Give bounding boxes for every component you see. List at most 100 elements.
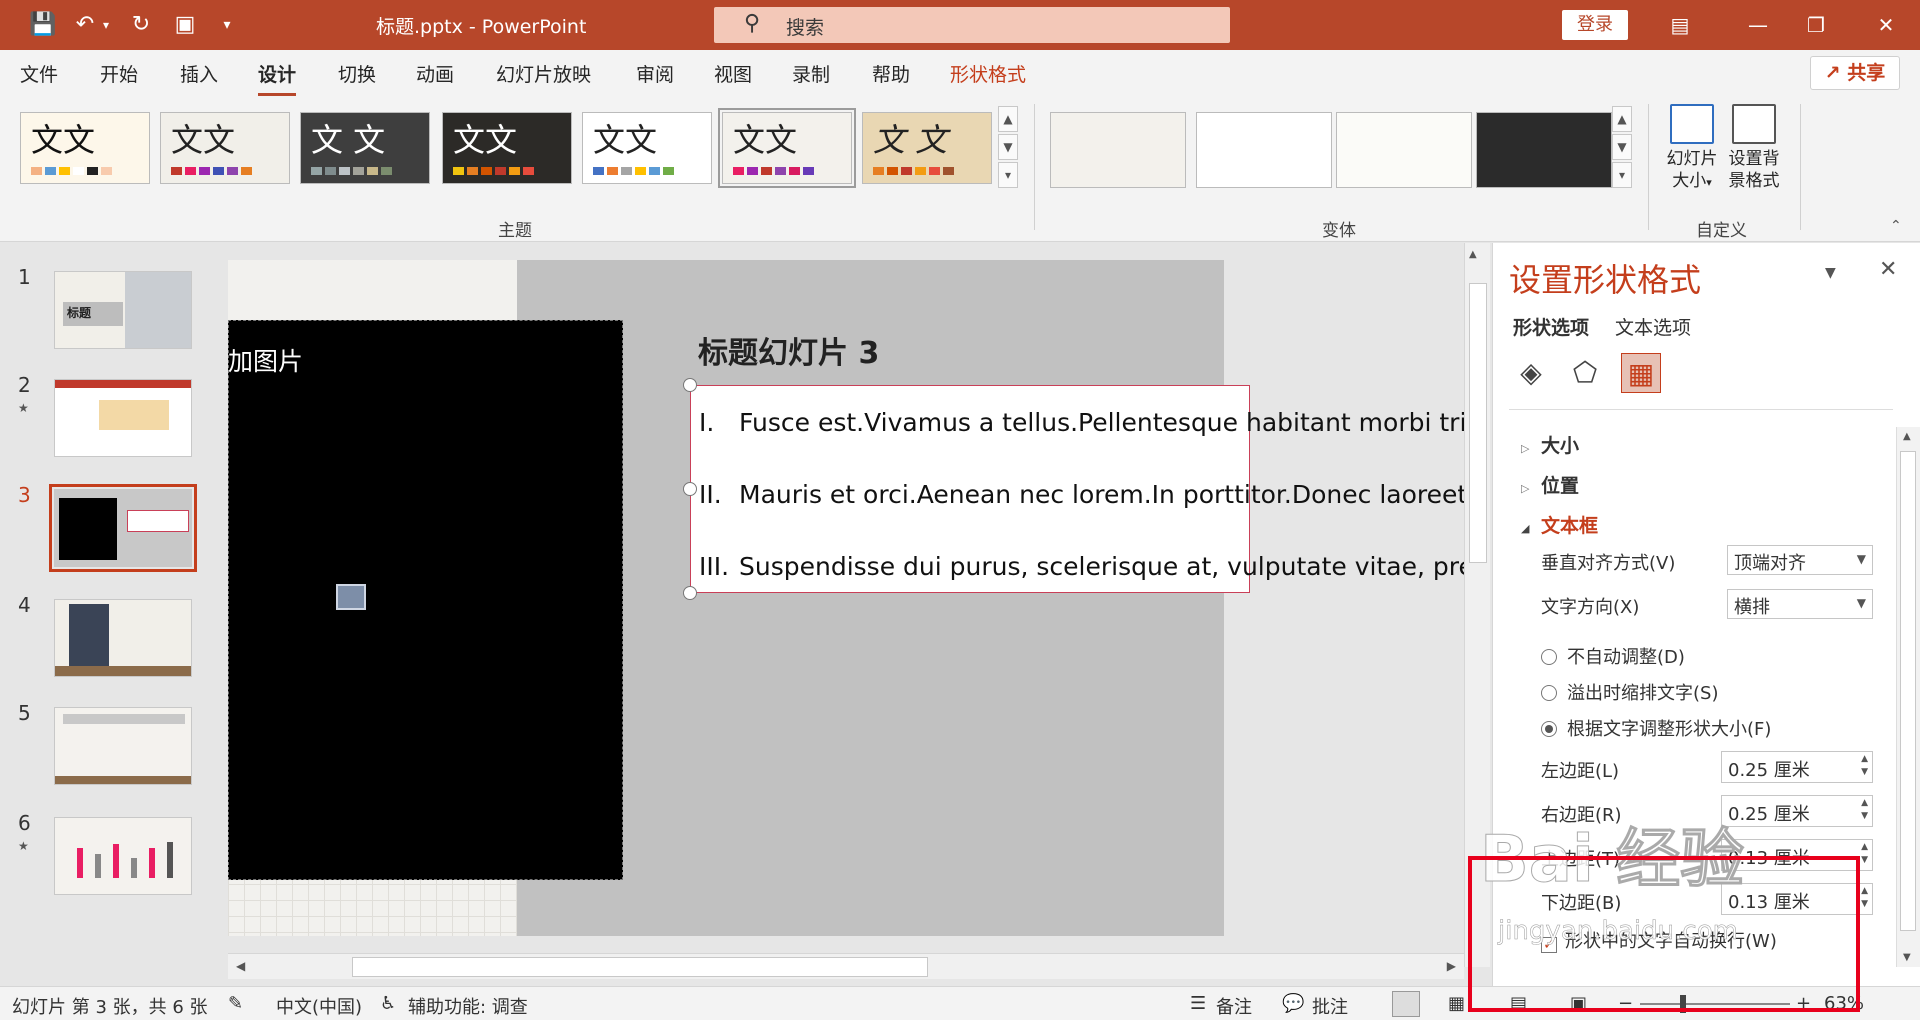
resize-handle[interactable]: [683, 378, 697, 392]
picture-placeholder[interactable]: [228, 320, 623, 880]
ribbon-tabs: 文件 开始 插入 设计 切换 动画 幻灯片放映 审阅 视图 录制 帮助 形状格式…: [0, 50, 1920, 96]
tab-help[interactable]: 帮助: [872, 60, 910, 87]
scroll-thumb[interactable]: [1900, 451, 1916, 931]
themes-scroll-down[interactable]: ▼: [998, 134, 1018, 160]
theme-thumb-6-selected[interactable]: 文文: [718, 108, 856, 188]
variants-scroll-down[interactable]: ▼: [1612, 134, 1632, 160]
variant-thumb-4[interactable]: [1476, 112, 1612, 188]
language-indicator[interactable]: 中文(中国): [276, 993, 362, 1019]
theme-thumb-3[interactable]: 文 文: [300, 112, 430, 184]
spinner-icon[interactable]: ▲ ▼: [1861, 885, 1868, 911]
search-input[interactable]: ⚲ 搜索: [714, 7, 1230, 43]
themes-more[interactable]: ▾: [998, 162, 1018, 188]
left-margin-input[interactable]: 0.25 厘米 ▲ ▼: [1721, 751, 1873, 783]
insert-picture-icon[interactable]: [336, 584, 366, 610]
radio-shrink-on-overflow[interactable]: 溢出时缩排文字(S): [1541, 679, 1718, 705]
collapse-ribbon-icon[interactable]: ⌃: [1890, 218, 1902, 234]
slide-thumb-4[interactable]: [54, 599, 192, 677]
notes-button[interactable]: 备注: [1216, 993, 1252, 1019]
spellcheck-icon[interactable]: ✎: [228, 993, 243, 1014]
tab-shape-options[interactable]: 形状选项: [1513, 313, 1589, 340]
radio-resize-shape[interactable]: 根据文字调整形状大小(F): [1541, 715, 1771, 741]
present-icon[interactable]: ▣: [170, 10, 200, 40]
theme-thumb-2[interactable]: 文文: [160, 112, 290, 184]
tab-text-options[interactable]: 文本选项: [1615, 313, 1691, 340]
slide-thumb-6[interactable]: [54, 817, 192, 895]
variant-thumb-2[interactable]: [1196, 112, 1332, 188]
redo-icon[interactable]: ↻: [126, 10, 156, 40]
content-textbox[interactable]: I. Fusce est.Vivamus a tellus.Pellentesqu…: [690, 385, 1464, 593]
spinner-icon[interactable]: ▲ ▼: [1861, 841, 1868, 867]
spinner-icon[interactable]: ▲ ▼: [1861, 753, 1868, 779]
radio-no-autofit[interactable]: 不自动调整(D): [1541, 643, 1685, 669]
tab-insert[interactable]: 插入: [180, 60, 218, 87]
slide-thumb-1[interactable]: 标题: [54, 271, 192, 349]
slide-size-button[interactable]: 幻灯片 大小▾: [1664, 104, 1720, 194]
undo-dropdown-icon[interactable]: ▾: [98, 10, 114, 40]
tab-animations[interactable]: 动画: [416, 60, 454, 87]
pane-options-icon[interactable]: ▼: [1825, 265, 1836, 281]
ribbon-display-icon[interactable]: ▤: [1660, 8, 1700, 42]
resize-handle[interactable]: [683, 586, 697, 600]
minimize-icon[interactable]: —: [1738, 8, 1778, 42]
theme-thumb-1[interactable]: 文文: [20, 112, 150, 184]
text-direction-select[interactable]: 横排 ▼: [1727, 589, 1873, 619]
valign-select[interactable]: 顶端对齐 ▼: [1727, 545, 1873, 575]
slide-title[interactable]: 标题幻灯片 3: [698, 328, 879, 372]
scroll-thumb[interactable]: [352, 957, 928, 977]
tab-record[interactable]: 录制: [792, 60, 830, 87]
scroll-left-icon[interactable]: ◀: [236, 959, 245, 973]
tab-review[interactable]: 审阅: [636, 60, 674, 87]
section-size[interactable]: ▷ 大小: [1521, 431, 1579, 458]
comments-button[interactable]: 批注: [1312, 993, 1348, 1019]
share-button[interactable]: ↗ 共享: [1810, 56, 1900, 90]
themes-scroll-up[interactable]: ▲: [998, 106, 1018, 132]
variant-thumb-1[interactable]: [1050, 112, 1186, 188]
theme-thumb-5[interactable]: 文文: [582, 112, 712, 184]
slide-thumb-2[interactable]: [54, 379, 192, 457]
accessibility-status[interactable]: 辅助功能: 调查: [408, 993, 528, 1019]
variants-more[interactable]: ▾: [1612, 162, 1632, 188]
slide-3[interactable]: 加图片 标题幻灯片 3 I. Fusce est.Vivamus a tellus…: [228, 260, 1464, 936]
tab-design[interactable]: 设计: [258, 60, 297, 96]
canvas-horizontal-scrollbar[interactable]: ◀ ▶: [228, 953, 1464, 979]
pane-close-icon[interactable]: ✕: [1879, 257, 1897, 282]
theme-text: 文文: [31, 121, 96, 159]
tab-shape-format[interactable]: 形状格式: [950, 60, 1026, 87]
title-bar: 💾 ↶ ▾ ↻ ▣ ▾ 标题.pptx - PowerPoint ⚲ 搜索 登录…: [0, 0, 1920, 50]
spinner-icon[interactable]: ▲ ▼: [1861, 797, 1868, 823]
close-icon[interactable]: ✕: [1866, 8, 1906, 42]
scroll-thumb[interactable]: [1469, 283, 1487, 563]
scroll-up-icon[interactable]: ▲: [1469, 249, 1477, 260]
theme-thumb-7[interactable]: 文 文: [862, 112, 992, 184]
pane-scrollbar[interactable]: ▲ ▼: [1896, 427, 1920, 967]
slide-thumb-3[interactable]: [49, 484, 197, 572]
restore-icon[interactable]: ❐: [1796, 8, 1836, 42]
fill-line-icon[interactable]: ◈: [1511, 353, 1551, 393]
tab-slideshow[interactable]: 幻灯片放映: [496, 60, 591, 87]
tab-view[interactable]: 视图: [714, 60, 752, 87]
section-textbox[interactable]: ◢ 文本框: [1521, 511, 1598, 538]
variants-scroll-up[interactable]: ▲: [1612, 106, 1632, 132]
size-properties-icon[interactable]: ▦: [1621, 353, 1661, 393]
scroll-up-icon[interactable]: ▲: [1903, 431, 1911, 442]
scroll-right-icon[interactable]: ▶: [1447, 959, 1456, 973]
section-position[interactable]: ▷ 位置: [1521, 471, 1579, 498]
tab-home[interactable]: 开始: [100, 60, 138, 87]
tab-file[interactable]: 文件: [20, 60, 58, 87]
scroll-down-icon[interactable]: ▼: [1903, 952, 1911, 963]
customize-toolbar-icon[interactable]: ▾: [212, 10, 242, 40]
format-background-button[interactable]: 设置背 景格式: [1726, 104, 1782, 192]
tab-transitions[interactable]: 切换: [338, 60, 376, 87]
resize-handle[interactable]: [683, 482, 697, 496]
login-button[interactable]: 登录: [1562, 10, 1628, 40]
save-icon[interactable]: 💾: [28, 10, 58, 40]
slide-thumb-5[interactable]: [54, 707, 192, 785]
slide-sorter-icon[interactable]: ▦: [1448, 993, 1465, 1014]
slide-header-strip: [228, 260, 517, 320]
theme-thumb-4[interactable]: 文文: [442, 112, 572, 184]
undo-icon[interactable]: ↶: [70, 10, 100, 40]
variant-thumb-3[interactable]: [1336, 112, 1472, 188]
normal-view-icon[interactable]: [1392, 991, 1420, 1017]
effects-icon[interactable]: ⬠: [1565, 353, 1605, 393]
